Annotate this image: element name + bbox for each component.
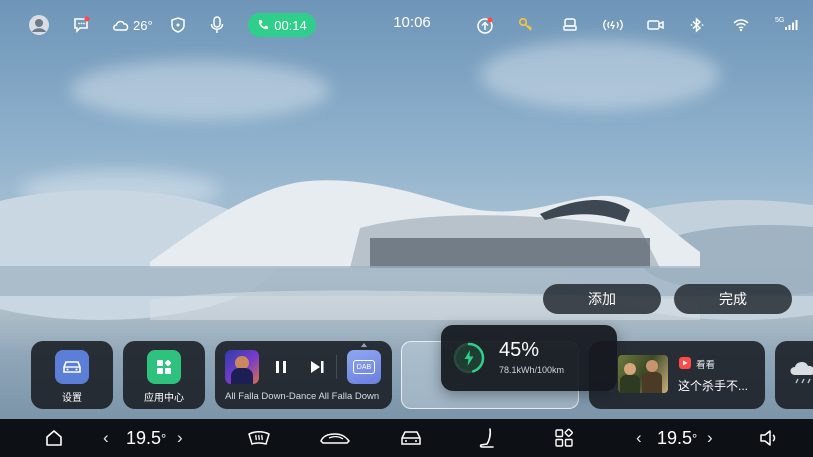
volume-button[interactable]: [758, 419, 780, 457]
app-center-label: 应用中心: [144, 393, 184, 404]
bottom-bar: ‹ 19.5 ° › ‹ 19.5 ° ›: [0, 419, 813, 457]
left-temp-degree: °: [161, 430, 167, 446]
settings-card[interactable]: 设置: [31, 341, 113, 409]
radio-icon: DAB: [353, 360, 375, 374]
pause-icon: [276, 361, 286, 373]
signal-icon: 5G: [775, 13, 798, 37]
left-temperature: 19.5 °: [126, 419, 166, 457]
car-settings-icon: [55, 350, 89, 384]
dashcam-icon[interactable]: [647, 13, 665, 37]
bluetooth-icon[interactable]: [690, 13, 704, 37]
car-front-icon: [401, 431, 421, 445]
seat-icon[interactable]: [562, 13, 578, 37]
home-icon: [46, 430, 62, 446]
avatar[interactable]: [28, 13, 50, 37]
defrost-button[interactable]: [247, 419, 271, 457]
settings-label: 设置: [62, 393, 82, 404]
update-icon[interactable]: [476, 13, 494, 37]
call-timer: 00:14: [274, 17, 307, 33]
message-icon[interactable]: [72, 13, 90, 37]
left-temp-increase-button[interactable]: ›: [177, 419, 183, 457]
app-center-card[interactable]: 应用中心: [123, 341, 205, 409]
expand-indicator[interactable]: [361, 343, 367, 347]
hotspot-icon[interactable]: [602, 13, 624, 37]
home-button[interactable]: [44, 419, 64, 457]
rain-cloud-icon: [790, 362, 813, 384]
car-air-icon: [320, 433, 351, 444]
clock: 10:06: [393, 14, 431, 31]
radio-source-button[interactable]: DAB: [347, 350, 381, 384]
phone-icon: [259, 20, 269, 30]
add-button[interactable]: 添加: [543, 284, 661, 314]
divider: [336, 355, 337, 379]
done-button[interactable]: 完成: [674, 284, 792, 314]
app-grid-icon: [147, 350, 181, 384]
album-art[interactable]: [225, 350, 259, 384]
video-thumbnail[interactable]: [618, 355, 668, 393]
seat-icon: [479, 428, 494, 448]
seat-control-button[interactable]: [478, 419, 498, 457]
dab-badge: DAB: [356, 363, 372, 371]
battery-percent: 45%: [499, 339, 540, 361]
wifi-icon[interactable]: [733, 13, 749, 37]
track-title: All Falla Down-Dance All Falla Down: [225, 391, 380, 402]
chevron-left-icon: ‹: [636, 428, 642, 447]
video-app-icon: [679, 357, 691, 369]
shield-icon[interactable]: [170, 13, 186, 37]
cloud-icon: [113, 20, 129, 31]
volume-icon: [760, 430, 776, 446]
right-temp-degree: °: [692, 430, 698, 446]
weather-card[interactable]: [775, 341, 813, 409]
chevron-right-icon: ›: [177, 428, 183, 447]
left-temp-value: 19.5: [126, 427, 162, 448]
car-recirculation-button[interactable]: [319, 419, 351, 457]
energy-consumption: 78.1kWh/100km: [499, 365, 565, 375]
chevron-right-icon: ›: [707, 428, 713, 447]
microphone-icon[interactable]: [210, 13, 224, 37]
car-control-button[interactable]: [399, 419, 423, 457]
media-card[interactable]: DAB All Falla Down-Dance All Falla Down: [215, 341, 392, 409]
status-bar: 26° 00:14 10:06 5G: [0, 0, 813, 50]
right-temperature: 19.5 °: [657, 419, 697, 457]
apps-grid-icon: [555, 428, 573, 447]
key-icon[interactable]: [518, 13, 534, 37]
skip-next-icon: [311, 361, 324, 373]
weather-widget[interactable]: 26°: [112, 13, 153, 37]
left-temp-decrease-button[interactable]: ‹: [103, 419, 109, 457]
right-temp-decrease-button[interactable]: ‹: [636, 419, 642, 457]
video-card[interactable]: 看看 这个杀手不...: [589, 341, 765, 409]
network-type: 5G: [775, 16, 785, 24]
video-app-name: 看看: [696, 360, 716, 371]
pause-button[interactable]: [272, 358, 290, 376]
windshield-defrost-icon: [248, 431, 270, 445]
right-temp-increase-button[interactable]: ›: [707, 419, 713, 457]
video-title: 这个杀手不...: [678, 379, 749, 393]
chevron-left-icon: ‹: [103, 428, 109, 447]
right-temp-value: 19.5: [657, 427, 693, 448]
charge-ring: [453, 342, 485, 374]
apps-button[interactable]: [554, 419, 574, 457]
weather-temp: 26°: [133, 17, 153, 33]
next-track-button[interactable]: [308, 358, 326, 376]
call-timer-pill[interactable]: 00:14: [248, 13, 316, 37]
